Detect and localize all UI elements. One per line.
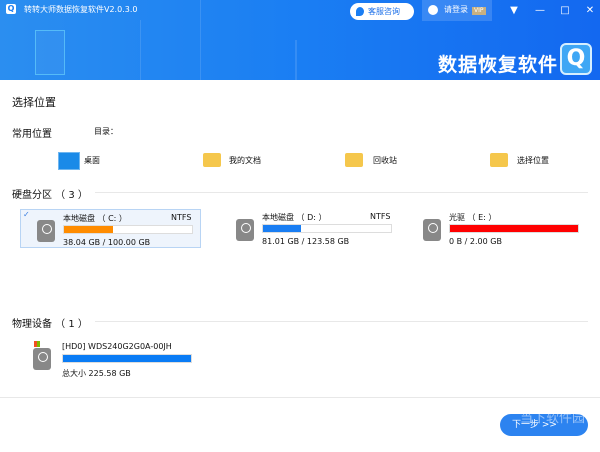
quick-item-label: 桌面 xyxy=(84,156,100,165)
partition-card[interactable]: ✓ 本地磁盘 （ C: ） NTFS 38.04 GB / 100.00 GB xyxy=(20,209,201,248)
window-title: 转转大师数据恢复软件V2.0.3.0 xyxy=(24,5,138,14)
user-icon xyxy=(428,5,438,15)
brand-logo-icon: Q xyxy=(560,43,592,75)
partition-usage-text: 81.01 GB / 123.58 GB xyxy=(262,237,350,246)
partition-name: 本地磁盘 （ D: ） xyxy=(262,213,327,222)
login-button[interactable]: 请登录 VIP xyxy=(422,0,492,21)
hard-disk-icon xyxy=(236,219,254,241)
partition-usage-text: 38.04 GB / 100.00 GB xyxy=(63,238,151,247)
minimize-icon[interactable]: — xyxy=(532,3,548,18)
close-icon[interactable]: ✕ xyxy=(582,3,598,18)
consult-label: 客服咨询 xyxy=(368,7,400,16)
partition-card[interactable]: 本地磁盘 （ D: ） NTFS 81.01 GB / 123.58 GB xyxy=(220,209,401,248)
desktop-icon xyxy=(58,152,80,170)
quick-item-label: 选择位置 xyxy=(517,156,549,165)
device-bar xyxy=(62,354,192,363)
partitions-title: 硬盘分区 （ 3 ） xyxy=(12,190,88,201)
partition-filesystem: NTFS xyxy=(370,212,391,221)
partition-card[interactable]: 光驱 （ E: ） 0 B / 2.00 GB xyxy=(407,209,588,248)
hard-disk-icon xyxy=(423,219,441,241)
vip-badge: VIP xyxy=(472,7,486,15)
customer-service-button[interactable]: 客服咨询 xyxy=(350,3,414,20)
partition-usage-fill xyxy=(64,226,113,233)
device-name: [HD0] WDS240G2G0A-00JH xyxy=(62,342,172,351)
physical-device-item[interactable]: [HD0] WDS240G2G0A-00JH 总大小 225.58 GB xyxy=(30,340,200,380)
common-locations-title: 常用位置 xyxy=(12,129,52,140)
divider xyxy=(95,192,588,193)
divider xyxy=(95,321,588,322)
device-total: 总大小 225.58 GB xyxy=(62,369,131,378)
hard-disk-icon xyxy=(33,348,51,370)
quick-item-label: 我的文档 xyxy=(229,156,261,165)
divider xyxy=(0,397,600,398)
watermark: 当下软件园 xyxy=(520,411,586,426)
page-title: 选择位置 xyxy=(12,96,56,109)
maximize-icon[interactable]: □ xyxy=(557,3,573,18)
partition-usage-bar xyxy=(262,224,392,233)
partition-usage-bar xyxy=(449,224,579,233)
physical-devices-title: 物理设备 （ 1 ） xyxy=(12,319,88,330)
folder-search-icon xyxy=(490,153,508,167)
login-label: 请登录 xyxy=(444,5,468,14)
partition-filesystem: NTFS xyxy=(171,213,192,222)
directory-label: 目录： xyxy=(94,127,118,136)
documents-icon xyxy=(203,153,221,167)
windows-icon xyxy=(34,341,40,347)
partition-usage-text: 0 B / 2.00 GB xyxy=(449,237,502,246)
checkmark-icon: ✓ xyxy=(23,210,30,219)
hard-disk-icon xyxy=(37,220,55,242)
recycle-bin-icon xyxy=(345,153,363,167)
partition-usage-bar xyxy=(63,225,193,234)
app-logo-icon: Q xyxy=(6,4,16,14)
chat-icon xyxy=(356,7,364,16)
device-bar-fill xyxy=(63,355,191,362)
partition-usage-fill xyxy=(450,225,578,232)
partition-usage-fill xyxy=(263,225,302,232)
brand-title: 数据恢复软件 xyxy=(438,54,559,76)
partition-name: 本地磁盘 （ C: ） xyxy=(63,214,127,223)
partition-name: 光驱 （ E: ） xyxy=(449,213,497,222)
quick-item-label: 回收站 xyxy=(373,156,397,165)
menu-icon[interactable]: ▼ xyxy=(506,3,522,18)
